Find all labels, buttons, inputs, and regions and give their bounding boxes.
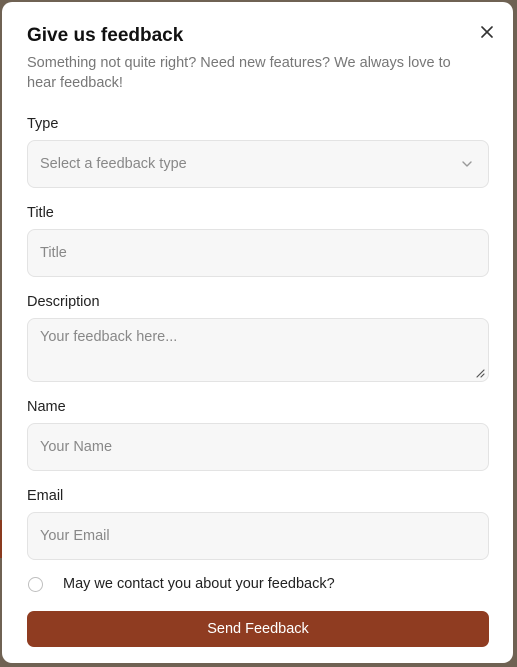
title-label: Title (27, 205, 54, 221)
title-placeholder: Title (40, 245, 67, 261)
feedback-type-select[interactable]: Select a feedback type (27, 140, 489, 188)
dialog-title: Give us feedback (27, 25, 184, 46)
contact-consent-radio[interactable] (28, 576, 43, 592)
chevron-down-icon (462, 161, 472, 167)
description-textarea[interactable]: Your feedback here... (27, 318, 489, 382)
name-label: Name (27, 399, 66, 415)
resize-handle-icon[interactable] (475, 368, 485, 378)
name-input[interactable]: Your Name (27, 423, 489, 471)
description-label: Description (27, 294, 100, 310)
close-button[interactable] (477, 22, 497, 42)
close-icon (481, 26, 493, 38)
contact-consent-row: May we contact you about your feedback? (27, 574, 489, 594)
email-placeholder: Your Email (40, 528, 110, 544)
send-feedback-button[interactable]: Send Feedback (27, 611, 489, 647)
feedback-dialog: Give us feedback Something not quite rig… (2, 2, 513, 663)
dialog-subtitle: Something not quite right? Need new feat… (27, 55, 451, 91)
type-label: Type (27, 116, 59, 132)
description-placeholder: Your feedback here... (40, 329, 178, 345)
title-input[interactable]: Title (27, 229, 489, 277)
name-placeholder: Your Name (40, 439, 113, 455)
feedback-type-placeholder: Select a feedback type (40, 156, 187, 172)
contact-consent-label: May we contact you about your feedback? (63, 576, 335, 592)
email-label: Email (27, 488, 64, 504)
email-input[interactable]: Your Email (27, 512, 489, 560)
